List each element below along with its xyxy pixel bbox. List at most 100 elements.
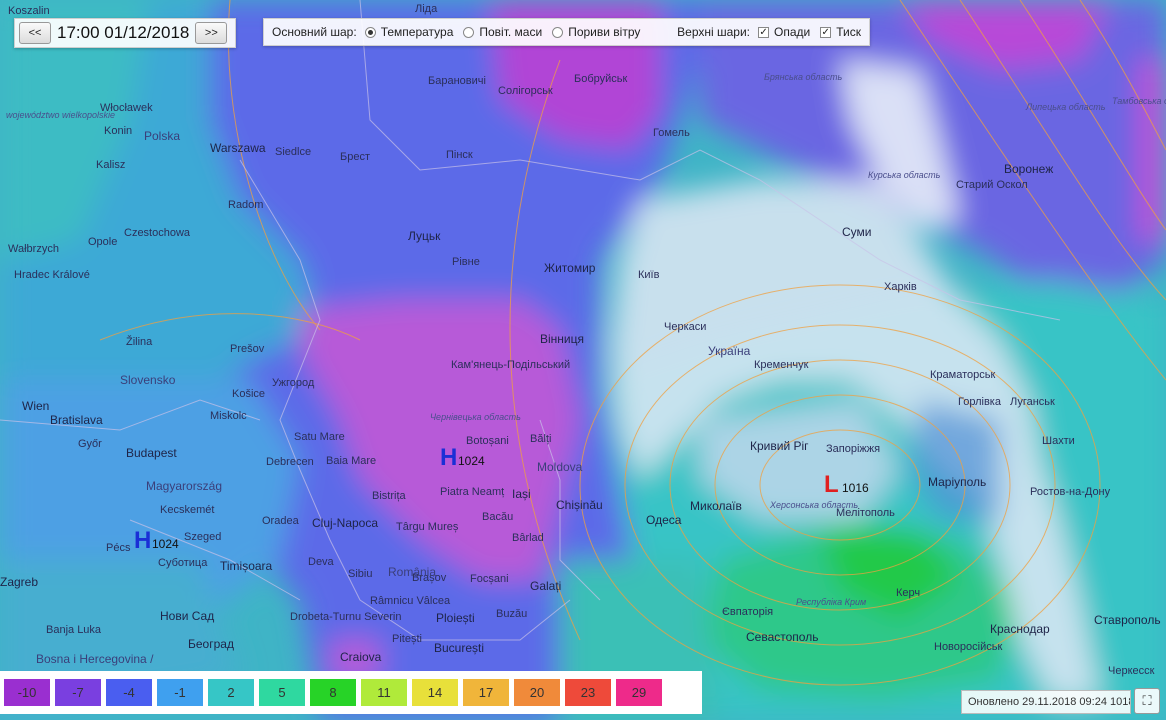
base-layer-option-wind-gusts[interactable]: Пориви вітру (552, 25, 640, 39)
map-label-piatra: Piatra Neamț (440, 486, 504, 498)
updated-status: Оновлено 29.11.2018 09:24 1018 (961, 690, 1131, 714)
map-label-craiova: Craiova (340, 650, 382, 664)
map-label-novi-sad: Нови Сад (160, 609, 214, 623)
map-label-zhytomyr: Житомир (544, 261, 596, 275)
map-label-konin: Konin (104, 125, 132, 137)
map-label-wielkopolskie: województwo wielkopolskie (6, 110, 115, 120)
legend-swatch: 23 (565, 679, 611, 706)
map-label-buzau: Buzău (496, 608, 527, 620)
pressure-letter: L (824, 471, 839, 498)
map-label-hradec: Hradec Králové (14, 269, 90, 281)
map-label-horlivka: Горлівка (958, 396, 1002, 408)
layer-controls: Основний шар: Температура Повіт. маси По… (263, 18, 870, 46)
top-layer-option-precipitation[interactable]: ✓ Опади (758, 25, 810, 39)
map-label-budapest: Budapest (126, 446, 177, 460)
map-label-szeged: Szeged (184, 531, 221, 543)
radio-wind-gusts[interactable] (552, 26, 564, 38)
time-navigation: << 17:00 01/12/2018 >> (14, 18, 236, 48)
map-label-khmelnytskyi: Кам'янець-Подільський (451, 359, 570, 371)
map-label-gomel: Гомель (653, 127, 690, 139)
map-label-opole: Opole (88, 236, 117, 248)
map-label-lipetsk: Липецька область (1025, 102, 1106, 112)
map-label-czestochowa: Czestochowa (124, 227, 191, 239)
map-label-luhansk: Луганськ (1010, 396, 1055, 408)
base-layer-option-air-masses[interactable]: Повіт. маси (463, 25, 542, 39)
legend-swatch: 8 (310, 679, 356, 706)
map-label-ploiesti: Ploiești (436, 611, 475, 625)
legend-swatch: 14 (412, 679, 458, 706)
legend-swatch: -1 (157, 679, 203, 706)
map-label-romania: România (388, 565, 436, 579)
map-label-drobeta: Drobeta-Turnu Severin (290, 611, 401, 623)
map-label-chisinau: Chișinău (556, 498, 603, 512)
map-label-bryansk: Брянська область (764, 72, 842, 82)
map-label-wloclawek: Włocławek (100, 102, 153, 114)
temperature-legend: -10 -7 -4 -1 2 5 8 11 14 17 20 23 29 (0, 671, 702, 714)
map-label-sumy: Суми (842, 225, 871, 239)
map-label-kramatorsk: Краматорськ (930, 369, 995, 381)
map-label-tambov: Тамбовська область (1112, 96, 1166, 106)
map-label-kalisz: Kalisz (96, 159, 125, 171)
map-label-presov: Prešov (230, 343, 265, 355)
map-label-moldova: Moldova (537, 460, 583, 474)
option-label: Пориви вітру (568, 25, 641, 39)
map-label-rostov: Ростов-на-Дону (1030, 486, 1111, 498)
map-label-zagreb: Zagreb (0, 575, 38, 589)
pressure-letter: H (134, 527, 151, 554)
legend-swatch: 2 (208, 679, 254, 706)
map-label-staryi-oskol: Старий Оскол (956, 179, 1028, 191)
map-label-shakhty: Шахти (1042, 435, 1075, 447)
map-label-satu-mare: Satu Mare (294, 431, 345, 443)
map-label-pitesti: Pitești (392, 633, 422, 645)
map-label-slovensko: Slovensko (120, 373, 176, 387)
map-label-soligorsk: Солігорськ (498, 85, 553, 97)
map-label-krasnodar: Краснодар (990, 622, 1050, 636)
pressure-value: 1024 (458, 454, 485, 468)
map-label-polska: Polska (144, 129, 180, 143)
map-label-baia-mare: Baia Mare (326, 455, 376, 467)
map-label-radom: Radom (228, 199, 263, 211)
weather-map[interactable]: Koszalin województwo wielkopolskie Polska W… (0, 0, 1166, 720)
next-time-button[interactable]: >> (195, 22, 228, 44)
option-label: Повіт. маси (479, 25, 543, 39)
map-label-kyiv: Київ (638, 269, 660, 281)
map-label-magyarorszag: Magyarország (146, 479, 222, 493)
legend-swatch: -10 (4, 679, 50, 706)
legend-swatch: 5 (259, 679, 305, 706)
option-label: Температура (380, 25, 454, 39)
map-label-gyor: Győr (78, 438, 102, 450)
legend-swatch: 29 (616, 679, 662, 706)
base-layer-option-temperature[interactable]: Температура (364, 25, 454, 39)
map-label-beograd: Београд (188, 637, 234, 651)
fullscreen-icon[interactable]: ⛶ (1134, 688, 1160, 714)
map-label-debrecen: Debrecen (266, 456, 314, 468)
map-label-botosani: Botoșani (466, 435, 509, 447)
top-layers-label: Верхні шари: (677, 25, 751, 39)
map-label-stavropol: Ставрополь (1094, 613, 1161, 627)
map-label-lutsk: Луцьк (408, 229, 441, 243)
map-label-lidа: Ліда (415, 3, 438, 15)
radio-temperature[interactable] (364, 26, 376, 38)
previous-time-button[interactable]: << (19, 22, 51, 44)
map-label-bobruysk: Бобруйськ (574, 73, 628, 85)
pressure-value: 1024 (152, 537, 179, 551)
map-label-oradea: Oradea (262, 515, 300, 527)
map-label-sevastopol: Севастополь (746, 630, 818, 644)
legend-swatch: 17 (463, 679, 509, 706)
map-label-kryvyi-rih: Кривий Ріг (750, 439, 809, 453)
map-label-voronezh: Воронеж (1004, 162, 1053, 176)
map-label-uzhhorod: Ужгород (272, 377, 315, 389)
map-label-walbrzych: Wałbrzych (8, 243, 59, 255)
map-label-subotica: Суботица (158, 557, 208, 569)
map-label-wien: Wien (22, 399, 49, 413)
map-label-krym: Республіка Крим (796, 597, 866, 607)
pressure-letter: H (440, 444, 457, 471)
map-label-vinnytsia: Вінниця (540, 332, 584, 346)
current-datetime: 17:00 01/12/2018 (57, 23, 190, 42)
map-label-zaporizhzhia: Запоріжжя (826, 443, 880, 455)
top-layer-option-pressure[interactable]: ✓ Тиск (820, 25, 861, 39)
checkbox-pressure[interactable]: ✓ (820, 26, 832, 38)
checkbox-precipitation[interactable]: ✓ (758, 26, 770, 38)
radio-air-masses[interactable] (463, 26, 475, 38)
map-label-miskolc: Miskolc (210, 410, 247, 422)
